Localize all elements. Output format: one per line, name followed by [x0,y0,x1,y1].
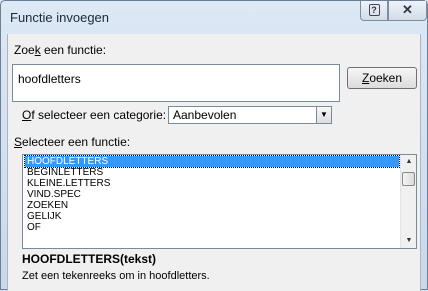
scroll-up-icon[interactable]: ▲ [401,155,416,169]
search-label-post: een functie: [40,43,107,57]
dropdown-arrow-icon[interactable]: ▼ [316,107,331,123]
scroll-thumb[interactable] [402,172,415,186]
function-list-label: Selecteer een functie: [14,135,130,149]
close-button[interactable]: ✕ [388,1,427,21]
function-description: Zet een tekenreeks om in hoofdletters. [22,270,210,282]
close-icon: ✕ [402,2,413,17]
function-list-label-rest: electeer een functie: [22,135,131,149]
function-item-kleine-letters[interactable]: KLEINE.LETTERS [25,178,399,189]
category-selected-value: Aanbevolen [173,108,237,122]
dialog-body: Zoek een functie: hoofdletters Zoeken Of… [7,34,421,291]
function-item-vind-spec[interactable]: VIND.SPEC [25,189,399,200]
function-list-label-key: S [14,135,23,149]
search-input[interactable]: hoofdletters [12,64,340,102]
search-button[interactable]: Zoeken [347,67,417,89]
search-input-value: hoofdletters [18,72,81,86]
category-label-rest: f selecteer een categorie: [31,108,167,122]
search-label-pre: Zoe [14,43,35,57]
search-button-label: oeken [369,71,403,85]
category-label: Of selecteer een categorie: [22,108,166,122]
function-item-zoeken[interactable]: ZOEKEN [25,200,399,211]
dialog-title: Functie invoegen [10,10,110,25]
category-label-key: O [22,108,32,122]
help-icon: ? [368,4,380,16]
function-item-gelijk[interactable]: GELIJK [25,211,399,222]
function-signature: HOOFDLETTERS(tekst) [22,252,157,266]
function-item-of[interactable]: OF [25,222,399,233]
help-button[interactable]: ? [360,1,388,21]
category-select[interactable]: Aanbevolen ▼ [168,106,332,124]
function-item-beginletters[interactable]: BEGINLETTERS [25,167,399,178]
title-bar[interactable]: Functie invoegen ? ✕ [1,1,427,32]
scroll-down-icon[interactable]: ▼ [401,234,416,248]
function-listbox[interactable]: HOOFDLETTERS BEGINLETTERS KLEINE.LETTERS… [22,154,417,249]
function-item-hoofdletters[interactable]: HOOFDLETTERS [24,155,400,168]
search-label: Zoek een functie: [14,43,106,57]
list-scrollbar[interactable]: ▲ ▼ [400,155,416,248]
insert-function-dialog: Functie invoegen ? ✕ Zoek een functie: h… [0,0,428,291]
